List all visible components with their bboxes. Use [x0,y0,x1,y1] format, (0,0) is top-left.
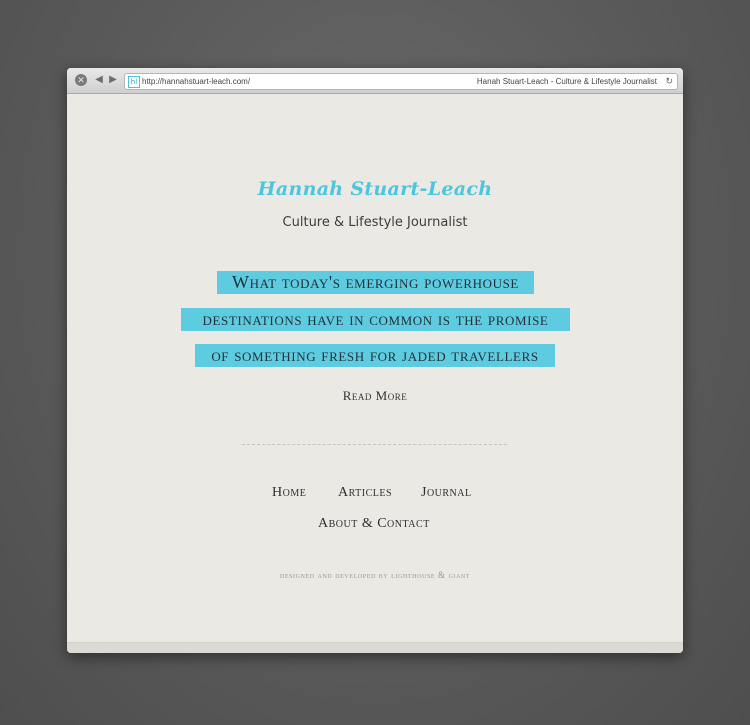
site-tagline: Culture & Lifestyle Journalist [282,215,468,230]
nav-journal[interactable]: Journal [421,485,472,501]
window-bottom-bar [67,642,683,653]
nav-home[interactable]: Home [272,485,306,501]
divider [242,444,507,445]
back-arrow-icon[interactable]: ◀ [93,74,105,86]
nav-about-contact[interactable]: About & Contact [318,516,430,532]
nav-articles[interactable]: Articles [338,485,392,501]
reload-icon[interactable]: ↻ [665,75,673,88]
footer-credit: designed and developed by lighthouse & g… [279,570,471,580]
site-name[interactable]: Hannah Stuart-Leach [67,178,683,200]
url-text[interactable]: http://hannahstuart-leach.com/ [142,75,250,88]
feature-headline-line[interactable]: destinations have in common is the promi… [181,308,570,331]
feature-headline-line[interactable]: of something fresh for jaded travellers [195,344,555,367]
address-bar[interactable]: hl http://hannahstuart-leach.com/ Hanah … [124,73,678,90]
forward-arrow-icon[interactable]: ▶ [107,74,119,86]
feature-headline-line[interactable]: What today's emerging powerhouse [217,271,534,294]
browser-toolbar: ✕ ◀ ▶ hl http://hannahstuart-leach.com/ … [67,68,683,94]
page-title: Hanah Stuart-Leach - Culture & Lifestyle… [476,77,657,86]
favicon-icon: hl [128,76,140,88]
close-icon[interactable]: ✕ [75,74,87,86]
read-more-link[interactable]: Read More [67,388,683,404]
browser-window: ✕ ◀ ▶ hl http://hannahstuart-leach.com/ … [67,68,683,653]
page-content: Hannah Stuart-Leach Culture & Lifestyle … [67,94,683,642]
